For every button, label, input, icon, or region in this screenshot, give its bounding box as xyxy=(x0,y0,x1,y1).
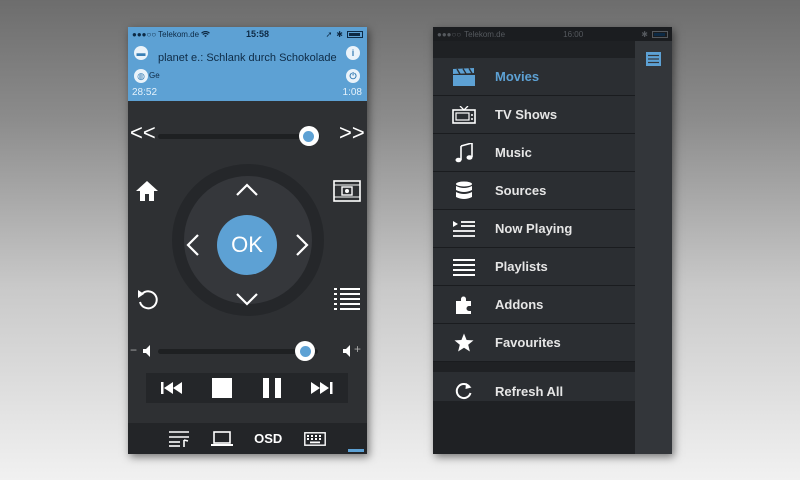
menu-item-addons[interactable]: Addons xyxy=(433,286,635,324)
volume-slider-handle[interactable] xyxy=(295,341,316,361)
now-playing-header: ▬ planet e.: Schlank durch Schokolade i … xyxy=(128,41,367,101)
volume-down-button[interactable]: − xyxy=(130,343,137,357)
now-playing-icon xyxy=(453,220,475,237)
menu-item-music[interactable]: Music xyxy=(433,134,635,172)
clapperboard-icon xyxy=(453,67,475,86)
menu-item-label: TV Shows xyxy=(495,107,558,122)
carrier-label: Telekom.de xyxy=(158,29,200,39)
star-icon xyxy=(454,333,474,351)
power-icon[interactable]: ⏻ xyxy=(346,69,360,83)
puzzle-icon xyxy=(456,296,471,314)
seek-slider-handle[interactable] xyxy=(298,126,319,146)
playlist-icon[interactable] xyxy=(169,430,190,448)
remote-screen: ●●●○○ Telekom.de 15:58 ➚ ✱ ▬ planet e.: … xyxy=(128,27,367,454)
menu-item-label: Playlists xyxy=(495,259,548,274)
menu-item-label: Music xyxy=(495,145,532,160)
menu-item-now-playing[interactable]: Now Playing xyxy=(433,210,635,248)
refresh-all-label: Refresh All xyxy=(495,383,564,399)
osd-button[interactable]: OSD xyxy=(254,431,282,446)
battery-icon xyxy=(347,30,363,38)
previous-track-icon[interactable] xyxy=(160,382,183,394)
music-note-icon xyxy=(455,142,473,162)
home-icon[interactable] xyxy=(135,179,159,203)
status-time: 16:00 xyxy=(563,29,584,39)
up-arrow-button[interactable] xyxy=(235,183,259,197)
forward-button[interactable]: >> xyxy=(339,122,365,144)
bluetooth-icon: ✱ xyxy=(336,29,343,39)
bottom-toolbar: OSD xyxy=(128,423,367,454)
ok-button[interactable]: OK xyxy=(217,215,277,275)
menu-item-sources[interactable]: Sources xyxy=(433,172,635,210)
pause-icon[interactable] xyxy=(262,378,282,398)
list-toggle-icon[interactable] xyxy=(646,52,661,66)
menu-item-label: Now Playing xyxy=(495,221,573,236)
menu-item-label: Sources xyxy=(495,183,547,198)
down-arrow-button[interactable] xyxy=(235,292,259,306)
library-menu-screen: ●●●○○ Telekom.de 16:00 ✱ Movies TV Shows… xyxy=(433,27,672,454)
status-bar: ●●●○○ Telekom.de 16:00 ✱ xyxy=(433,27,672,41)
location-icon: ➚ xyxy=(325,29,333,39)
list-icon xyxy=(453,258,475,276)
bluetooth-icon: ✱ xyxy=(641,29,648,39)
status-bar: ●●●○○ Telekom.de 15:58 ➚ ✱ xyxy=(128,27,367,41)
volume-up-button[interactable]: + xyxy=(354,342,361,356)
carrier-label: Telekom.de xyxy=(464,29,506,39)
speaker-high-icon xyxy=(343,345,350,357)
signal-icon: ●●●○○ xyxy=(437,29,462,39)
speaker-low-icon xyxy=(143,345,150,357)
signal-icon: ●●●○○ xyxy=(132,29,157,39)
stop-circle-icon[interactable]: ▬ xyxy=(134,46,148,60)
status-time: 15:58 xyxy=(245,29,270,39)
laptop-icon[interactable] xyxy=(210,430,233,447)
right-arrow-button[interactable] xyxy=(295,233,309,257)
main-menu: Movies TV Shows Music Sources Now Playin… xyxy=(433,58,635,410)
refresh-icon xyxy=(455,383,472,400)
menu-item-favourites[interactable]: Favourites xyxy=(433,324,635,362)
keyboard-icon[interactable] xyxy=(303,431,326,446)
menu-divider xyxy=(433,362,635,372)
side-panel xyxy=(635,41,672,454)
total-time: 1:08 xyxy=(342,87,362,98)
elapsed-time: 28:52 xyxy=(132,87,158,98)
menu-list-icon[interactable] xyxy=(333,286,361,312)
now-playing-title: planet e.: Schlank durch Schokolade xyxy=(158,52,337,64)
menu-item-movies[interactable]: Movies xyxy=(433,58,635,96)
info-label: Ge xyxy=(149,71,160,80)
menu-item-playlists[interactable]: Playlists xyxy=(433,248,635,286)
menu-empty-area xyxy=(433,401,635,454)
menu-item-label: Addons xyxy=(495,297,544,312)
left-arrow-button[interactable] xyxy=(186,233,200,257)
battery-icon xyxy=(651,30,668,38)
tv-icon xyxy=(452,105,476,124)
transport-controls xyxy=(146,373,348,403)
page-indicator xyxy=(348,449,364,452)
wifi-icon xyxy=(201,30,210,37)
screenshot-icon[interactable] xyxy=(333,179,361,203)
database-icon xyxy=(456,181,472,199)
globe-icon[interactable]: ◍ xyxy=(134,69,148,83)
back-icon[interactable] xyxy=(135,286,161,312)
seek-slider[interactable] xyxy=(158,134,320,139)
menu-item-tv-shows[interactable]: TV Shows xyxy=(433,96,635,134)
menu-item-label: Movies xyxy=(495,69,540,84)
stop-icon[interactable] xyxy=(212,378,233,398)
next-track-icon[interactable] xyxy=(311,382,333,394)
rewind-button[interactable]: << xyxy=(130,122,156,144)
info-icon[interactable]: i xyxy=(346,46,360,60)
menu-item-label: Favourites xyxy=(495,335,561,350)
volume-slider[interactable] xyxy=(158,349,318,354)
